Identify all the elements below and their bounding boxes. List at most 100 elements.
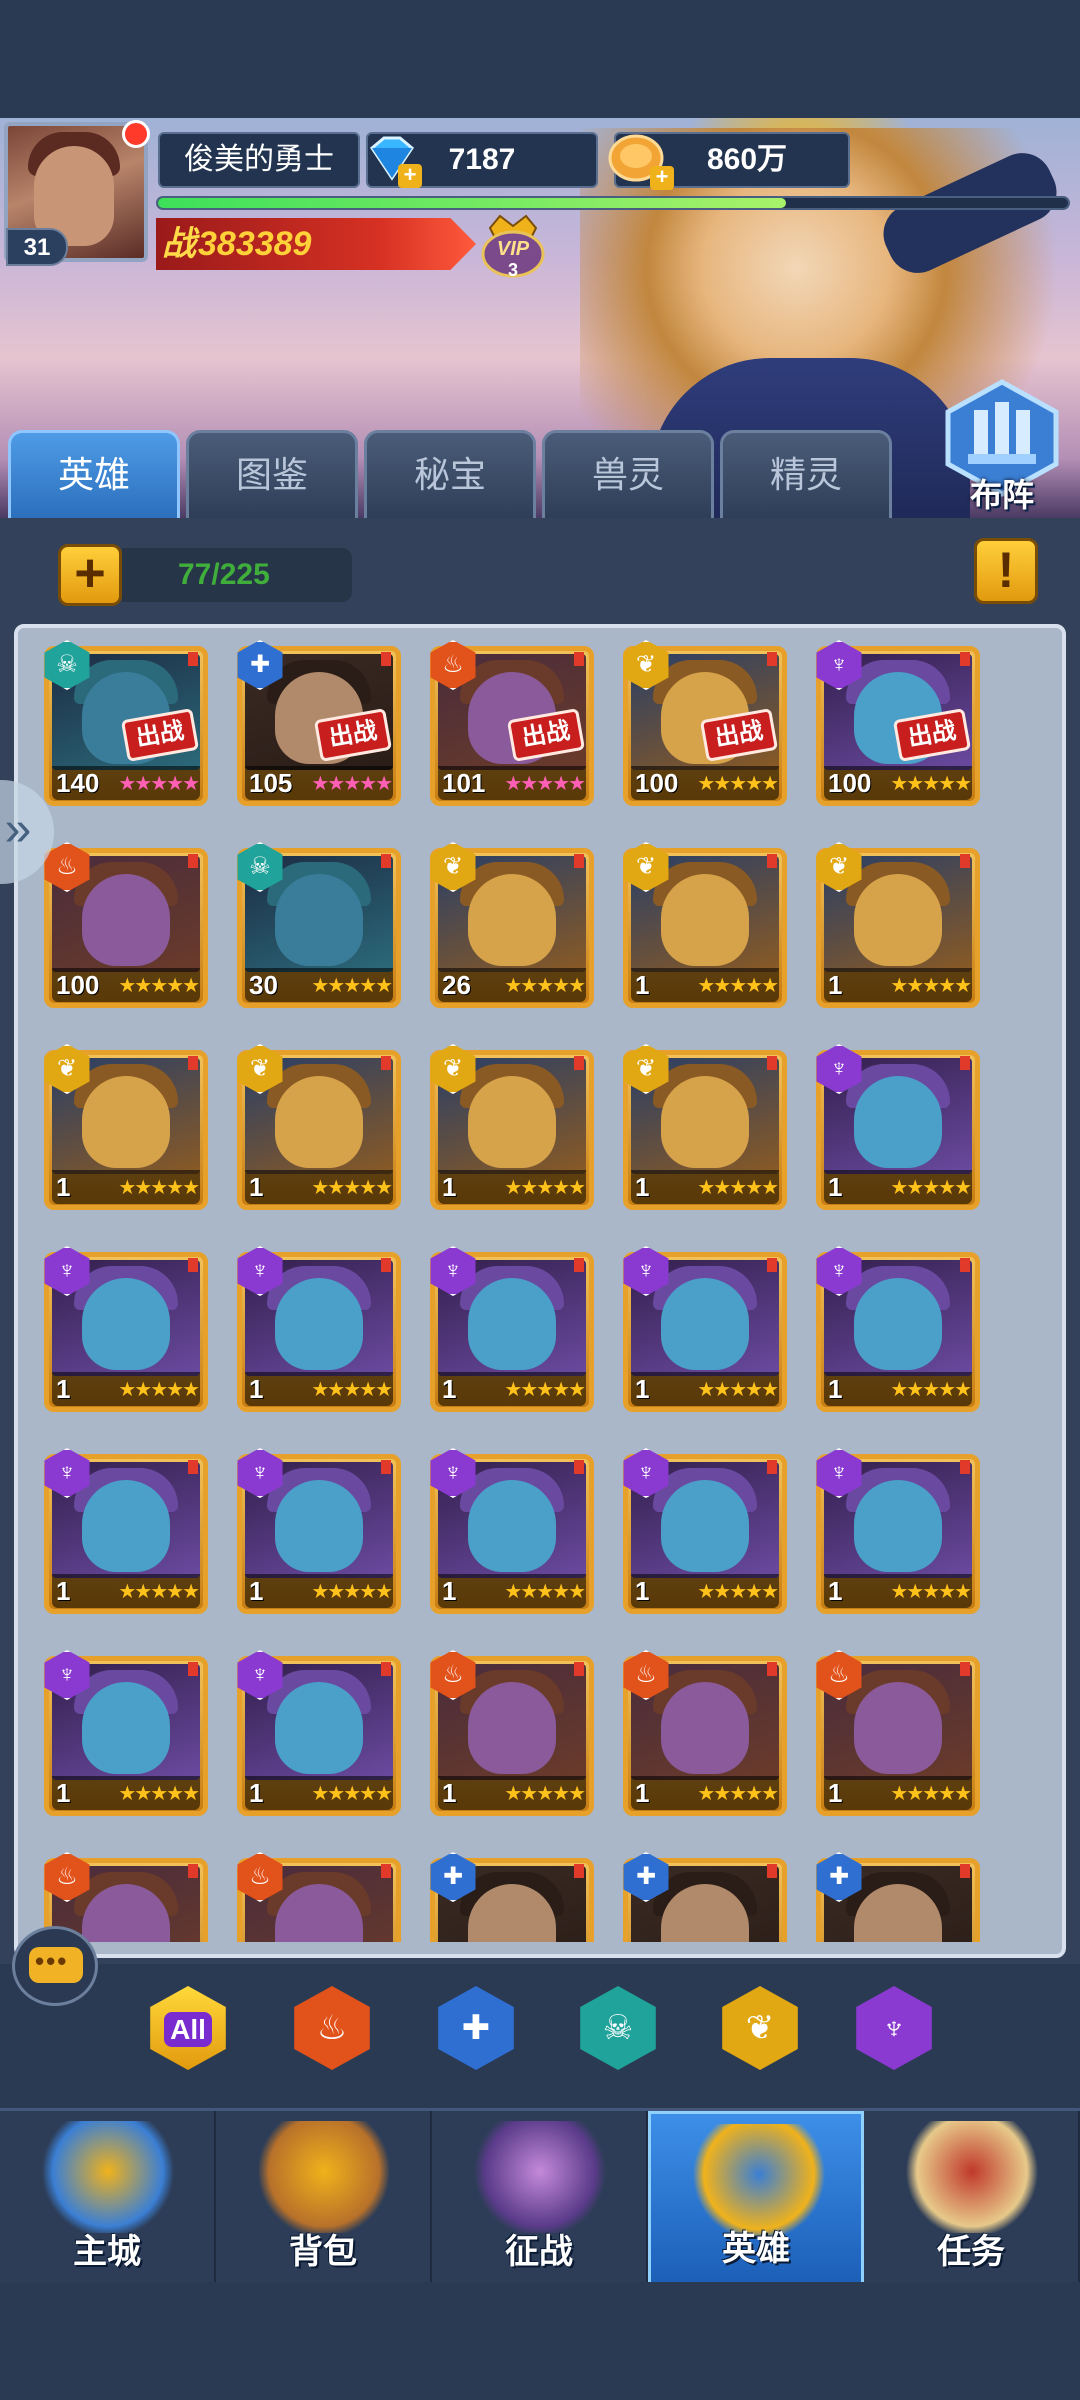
hero-card[interactable]: ♨ 1 ★★★★★	[430, 1650, 594, 1820]
nav-label: 征战	[505, 2233, 573, 2271]
hero-card[interactable]: ♨ 101 ★★★★★ 出战	[430, 640, 594, 810]
hero-level: 140	[56, 768, 100, 798]
hero-card[interactable]: ❦ 1 ★★★★★	[430, 1044, 594, 1214]
hero-card[interactable]: ♆ 1 ★★★★★	[623, 1448, 787, 1618]
gold-plus-icon[interactable]: +	[650, 166, 674, 190]
hero-card[interactable]: ❦ 100 ★★★★★ 出战	[623, 640, 787, 810]
hero-card[interactable]: ✚ 105 ★★★★★ 出战	[237, 640, 401, 810]
filter-all[interactable]: All	[150, 1986, 226, 2070]
nav-dragon-portal[interactable]: 征战	[432, 2111, 648, 2285]
hero-card[interactable]: ✚★★★★★	[816, 1852, 980, 1942]
hero-card[interactable]: ♆ 1 ★★★★★	[623, 1246, 787, 1416]
hero-card[interactable]: ❦ 1 ★★★★★	[623, 842, 787, 1012]
hero-corner-mark	[574, 1864, 584, 1878]
nav-scroll[interactable]: 任务	[864, 2111, 1080, 2285]
filter-yellow[interactable]: ❦	[722, 1986, 798, 2070]
filter-red[interactable]: ♨	[294, 1986, 370, 2070]
hero-corner-mark	[188, 1258, 198, 1272]
cross-faction-icon: ✚	[461, 2009, 491, 2047]
filter-blue[interactable]: ✚	[438, 1986, 514, 2070]
hero-level: 1	[56, 1778, 71, 1808]
hero-card[interactable]: ♆ 1 ★★★★★	[816, 1448, 980, 1618]
hero-card[interactable]: ♆ 1 ★★★★★	[237, 1448, 401, 1618]
hero-stars: ★★★★★	[118, 1177, 200, 1199]
hero-card[interactable]: ❦ 1 ★★★★★	[44, 1044, 208, 1214]
hero-card[interactable]: ❦ 1 ★★★★★	[237, 1044, 401, 1214]
combat-power: 战383389	[156, 218, 476, 270]
all-icon: All	[164, 2012, 212, 2047]
hero-portrait-face	[275, 1480, 363, 1572]
hero-card[interactable]: ♆ 1 ★★★★★	[816, 1246, 980, 1416]
hero-level: 1	[635, 1172, 650, 1202]
hero-corner-mark	[188, 652, 198, 666]
hero-corner-mark	[574, 854, 584, 868]
hero-stars: ★★★★★	[118, 1581, 200, 1603]
gem-counter[interactable]: + 7187	[366, 132, 598, 188]
hero-level: 1	[249, 1778, 264, 1808]
tab-beast-spirit[interactable]: 兽灵	[542, 430, 714, 518]
hero-card[interactable]: ♆ 1 ★★★★★	[237, 1650, 401, 1820]
vip-badge[interactable]: VIP 3	[478, 206, 548, 284]
hero-card[interactable]: ❦ 1 ★★★★★	[816, 842, 980, 1012]
tab-codex[interactable]: 图鉴	[186, 430, 358, 518]
hero-card[interactable]: ♆ 1 ★★★★★	[816, 1044, 980, 1214]
hero-level: 1	[635, 1374, 650, 1404]
gem-plus-icon[interactable]: +	[398, 164, 422, 188]
nav-chest[interactable]: 背包	[216, 2111, 432, 2285]
hero-level: 1	[442, 1576, 457, 1606]
player-level: 31	[6, 228, 68, 266]
hero-corner-mark	[381, 652, 391, 666]
tab-heroes[interactable]: 英雄	[8, 430, 180, 518]
hero-card[interactable]: ☠ 30 ★★★★★	[237, 842, 401, 1012]
hero-card[interactable]: ☠ 140 ★★★★★ 出战	[44, 640, 208, 810]
hero-card[interactable]: ♆ 1 ★★★★★	[44, 1650, 208, 1820]
expand-slots-button[interactable]: +	[58, 544, 122, 606]
notification-dot	[122, 120, 150, 148]
hero-level: 1	[56, 1172, 71, 1202]
hero-portrait-face	[82, 1682, 170, 1774]
nav-castle[interactable]: 主城	[0, 2111, 216, 2285]
hero-tabs: 英雄 图鉴 秘宝 兽灵 精灵	[0, 430, 1080, 518]
hero-stars: ★★★★★	[697, 1783, 779, 1805]
xp-bar-fill	[158, 198, 786, 208]
hero-card[interactable]: ♆ 1 ★★★★★	[237, 1246, 401, 1416]
hero-portrait-face	[468, 1682, 556, 1774]
filter-purple[interactable]: ♆	[856, 1986, 932, 2070]
hero-portrait-face	[661, 1278, 749, 1370]
faction-filters: All ♨ ✚ ☠ ❦ ♆	[0, 1964, 1080, 2094]
info-button[interactable]: !	[974, 538, 1038, 604]
hero-card[interactable]: ✚★★★★★	[623, 1852, 787, 1942]
gem-amount: 7187	[448, 143, 516, 176]
hero-card[interactable]: ♆ 1 ★★★★★	[430, 1448, 594, 1618]
hero-portrait-face	[661, 1076, 749, 1168]
helmet-icon	[691, 2124, 827, 2236]
hero-portrait-face	[661, 1480, 749, 1572]
hero-card[interactable]: ❦ 1 ★★★★★	[623, 1044, 787, 1214]
hero-level: 1	[828, 1576, 843, 1606]
hero-card[interactable]: ♨ 100 ★★★★★	[44, 842, 208, 1012]
hero-card[interactable]: ♨★★★★★	[237, 1852, 401, 1942]
hero-card[interactable]: ♆ 1 ★★★★★	[44, 1448, 208, 1618]
hero-corner-mark	[767, 1662, 777, 1676]
filter-teal[interactable]: ☠	[580, 1986, 656, 2070]
hero-card[interactable]: ♨ 1 ★★★★★	[623, 1650, 787, 1820]
hero-card[interactable]: ♆ 1 ★★★★★	[44, 1246, 208, 1416]
gold-counter[interactable]: + 860万	[608, 132, 850, 190]
hero-corner-mark	[188, 1056, 198, 1070]
hero-stars: ★★★★★	[311, 975, 393, 997]
formation-button[interactable]: 布阵	[936, 378, 1068, 520]
hero-card[interactable]: ✚★★★★★	[430, 1852, 594, 1942]
hero-level: 1	[56, 1576, 71, 1606]
hero-card[interactable]: ♆ 100 ★★★★★ 出战	[816, 640, 980, 810]
hero-stars: ★★★★★	[697, 975, 779, 997]
hero-level: 105	[249, 768, 293, 798]
hero-card[interactable]: ❦ 26 ★★★★★	[430, 842, 594, 1012]
hero-card[interactable]: ♆ 1 ★★★★★	[430, 1246, 594, 1416]
tab-treasure[interactable]: 秘宝	[364, 430, 536, 518]
tab-elf[interactable]: 精灵	[720, 430, 892, 518]
nav-helmet[interactable]: 英雄	[648, 2111, 864, 2285]
hero-level: 30	[249, 970, 278, 1000]
hero-card[interactable]: ♨ 1 ★★★★★	[816, 1650, 980, 1820]
hero-corner-mark	[381, 1460, 391, 1474]
hero-count: 77/225	[122, 548, 352, 602]
